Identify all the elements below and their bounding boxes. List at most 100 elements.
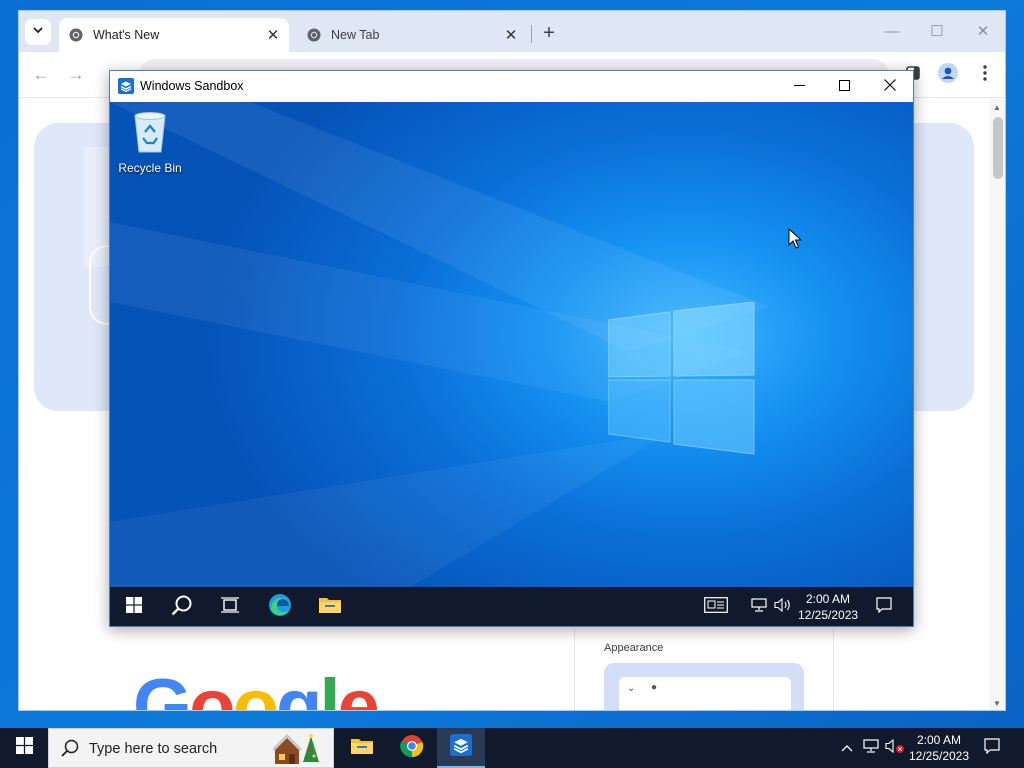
search-highlight-icon: [271, 732, 325, 768]
action-center-button[interactable]: [976, 728, 1008, 768]
host-clock[interactable]: 2:00 AM 12/25/2023: [907, 732, 971, 764]
windows-sandbox-icon: [450, 733, 472, 761]
chrome-favicon-icon: ●: [651, 682, 658, 693]
chrome-favicon-icon: [69, 28, 83, 42]
tab-search-button[interactable]: [25, 19, 51, 45]
appearance-section: Appearance ⌄ ● ← → ↻: [574, 629, 834, 710]
profile-icon: [938, 62, 958, 88]
sandbox-close-button[interactable]: [868, 74, 912, 100]
sandbox-start-button[interactable]: [110, 587, 158, 626]
profile-button[interactable]: [936, 62, 960, 88]
volume-button[interactable]: [884, 728, 906, 768]
minimize-icon: —: [884, 22, 900, 40]
sandbox-desktop[interactable]: Recycle Bin: [110, 102, 913, 587]
menu-button[interactable]: [973, 63, 997, 87]
windows-logo-wallpaper: [608, 302, 755, 455]
recycle-bin-icon: [130, 112, 170, 158]
arrow-right-icon: →: [67, 65, 85, 84]
close-icon: ✕: [976, 23, 990, 40]
sandbox-action-center-button[interactable]: [866, 587, 902, 626]
sandbox-clock[interactable]: 2:00 AM 12/25/2023: [798, 591, 858, 623]
taskbar-file-explorer[interactable]: [338, 728, 386, 768]
volume-muted-icon: [885, 738, 905, 758]
sandbox-title: Windows Sandbox: [140, 79, 244, 93]
minimize-icon: [793, 78, 805, 96]
network-icon: [751, 597, 767, 617]
tab-divider: [531, 25, 532, 43]
task-view-icon: [221, 596, 239, 618]
news-icon: [704, 596, 728, 618]
close-icon: [884, 78, 896, 96]
network-icon: [863, 738, 879, 758]
chevron-down-icon: ⌄: [627, 683, 636, 694]
more-vertical-icon: [983, 64, 987, 86]
windows-sandbox-icon: [118, 78, 134, 94]
start-icon: [15, 737, 33, 759]
volume-icon: [774, 597, 792, 617]
tab-new-tab[interactable]: New Tab ✕: [297, 18, 527, 52]
sandbox-task-view-button[interactable]: [206, 587, 254, 626]
back-button[interactable]: ←: [29, 63, 53, 87]
close-tab-icon[interactable]: ✕: [501, 25, 521, 45]
forward-button[interactable]: →: [64, 63, 88, 87]
sandbox-search-button[interactable]: [158, 587, 206, 626]
tab-title: New Tab: [331, 28, 380, 42]
file-explorer-icon: [319, 596, 341, 619]
sandbox-edge-button[interactable]: [256, 587, 304, 626]
taskbar-search-box[interactable]: Type here to search: [48, 728, 334, 768]
scroll-up-icon[interactable]: ▲: [993, 103, 1001, 112]
minimize-button[interactable]: —: [877, 19, 907, 43]
close-tab-icon[interactable]: ✕: [263, 25, 283, 45]
edge-icon: [268, 593, 292, 622]
taskbar-chrome[interactable]: [388, 728, 436, 768]
tab-whats-new[interactable]: What's New ✕: [59, 18, 289, 52]
chevron-up-icon: [841, 739, 853, 757]
chrome-icon: [400, 734, 424, 763]
sandbox-file-explorer-button[interactable]: [306, 587, 354, 626]
clock-date: 12/25/2023: [908, 749, 970, 763]
sandbox-minimize-button[interactable]: [777, 74, 821, 100]
plus-icon: +: [543, 21, 555, 44]
chevron-down-icon: [32, 23, 44, 41]
start-icon: [126, 596, 142, 618]
notification-icon: [876, 596, 892, 618]
network-button[interactable]: [860, 728, 882, 768]
appearance-label: Appearance: [604, 642, 664, 654]
appearance-preview: ⌄ ● ← → ↻: [604, 663, 804, 710]
chrome-favicon-icon: [307, 28, 321, 42]
start-button[interactable]: [0, 728, 48, 768]
tab-title: What's New: [93, 28, 160, 42]
sandbox-volume-button[interactable]: [772, 587, 794, 626]
page-scrollbar[interactable]: ▲ ▼: [989, 99, 1005, 710]
mouse-cursor-icon: [788, 228, 802, 249]
desktop-icon-label: Recycle Bin: [118, 161, 182, 175]
sandbox-maximize-button[interactable]: [822, 74, 866, 100]
tab-strip: What's New ✕ New Tab ✕ + — ☐ ✕: [19, 11, 1005, 52]
maximize-icon: [838, 78, 850, 96]
wallpaper-light-beams: [110, 102, 770, 587]
clock-time: 2:00 AM: [916, 733, 962, 747]
desktop-icon-recycle-bin[interactable]: Recycle Bin: [118, 110, 182, 175]
google-logo: Google: [133, 664, 380, 711]
search-icon: [61, 739, 79, 762]
maximize-icon: ☐: [930, 23, 944, 40]
clock-time: 2:00 AM: [805, 592, 851, 606]
maximize-button[interactable]: ☐: [922, 19, 952, 43]
taskbar-windows-sandbox[interactable]: [437, 728, 485, 768]
sandbox-titlebar[interactable]: Windows Sandbox: [110, 71, 913, 102]
scrollbar-thumb[interactable]: [993, 117, 1003, 179]
windows-sandbox-window[interactable]: Windows Sandbox Recycle Bin 2:00 AM 12/2…: [109, 70, 914, 627]
clock-date: 12/25/2023: [798, 608, 859, 622]
scroll-down-icon[interactable]: ▼: [993, 699, 1001, 708]
sandbox-news-button[interactable]: [698, 587, 734, 626]
close-window-button[interactable]: ✕: [968, 19, 998, 43]
sandbox-taskbar: 2:00 AM 12/25/2023: [110, 587, 913, 626]
arrow-left-icon: ←: [32, 65, 50, 84]
show-hidden-icons-button[interactable]: [838, 728, 856, 768]
sandbox-network-button[interactable]: [748, 587, 770, 626]
preview-window: ⌄ ● ← → ↻: [619, 677, 791, 710]
new-tab-button[interactable]: +: [537, 21, 561, 45]
host-taskbar: Type here to search 2:00 AM 12/25/2023: [0, 728, 1024, 768]
search-icon: [171, 594, 193, 621]
notification-icon: [984, 737, 1000, 759]
